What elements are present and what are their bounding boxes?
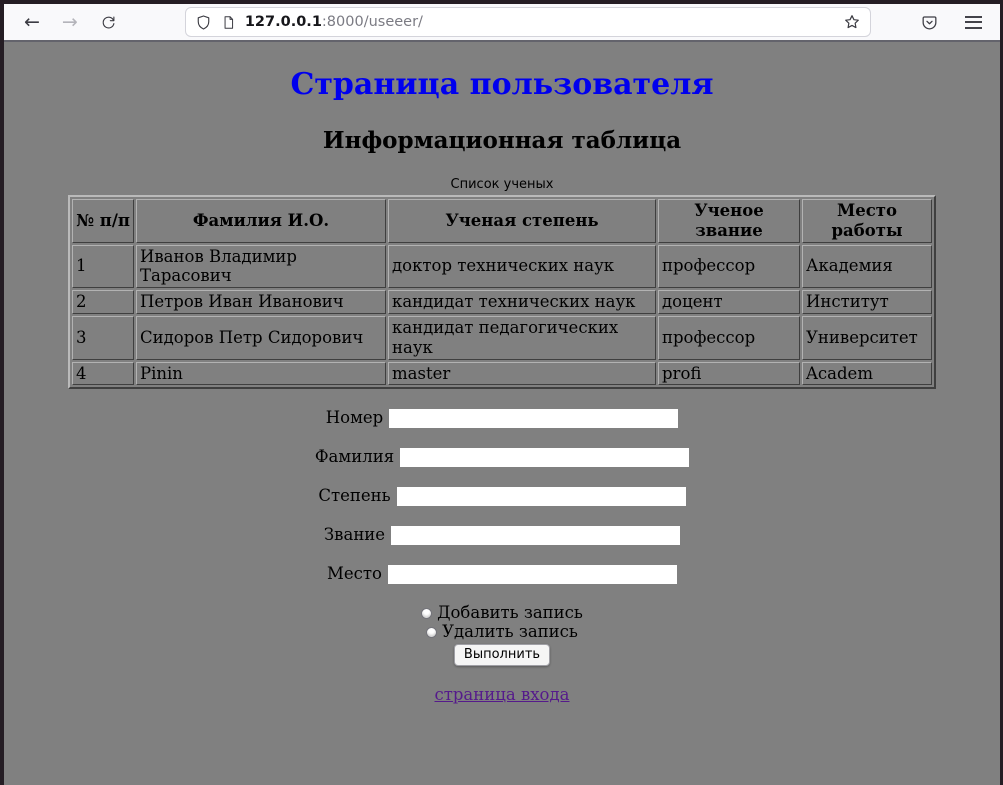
add-record-radio[interactable] — [421, 608, 432, 619]
delete-record-radio[interactable] — [426, 627, 437, 638]
page-subtitle: Информационная таблица — [4, 127, 1000, 154]
form-row-number: Номер — [4, 408, 1000, 428]
page-content: Страница пользователя Информационная таб… — [4, 42, 1000, 785]
degree-label: Степень — [318, 486, 390, 505]
rank-label: Звание — [324, 525, 385, 544]
forward-button[interactable]: → — [62, 13, 78, 32]
cell-degree: кандидат технических наук — [388, 290, 656, 314]
radio-row-add: Добавить запись — [4, 603, 1000, 622]
table-row: 2 Петров Иван Иванович кандидат техничес… — [72, 290, 932, 314]
hamburger-menu-icon — [965, 16, 982, 29]
back-icon: ← — [24, 11, 40, 33]
forward-icon: → — [62, 11, 78, 33]
cell-surname: Pinin — [136, 362, 386, 386]
table-caption: Список ученых — [4, 177, 1000, 192]
login-link-wrap: страница входа — [4, 685, 1000, 704]
cell-workplace: Институт — [802, 290, 932, 314]
scientists-table: № п/п Фамилия И.О. Ученая степень Ученое… — [68, 195, 936, 389]
url-host: 127.0.0.1 — [245, 14, 322, 30]
degree-input[interactable] — [397, 487, 686, 506]
page-icon — [221, 14, 236, 31]
reload-button[interactable] — [100, 14, 117, 31]
back-button[interactable]: ← — [24, 13, 40, 32]
form-row-rank: Звание — [4, 525, 1000, 545]
cell-number: 4 — [72, 362, 134, 386]
workplace-label: Место — [327, 564, 382, 583]
table-row: 3 Сидоров Петр Сидорович кандидат педаго… — [72, 316, 932, 360]
cell-rank: profi — [658, 362, 800, 386]
reload-icon — [100, 14, 117, 31]
form-row-degree: Степень — [4, 486, 1000, 506]
cell-number: 2 — [72, 290, 134, 314]
execute-button[interactable]: Выполнить — [454, 644, 550, 666]
workplace-input[interactable] — [388, 565, 677, 584]
nav-buttons: ← → — [24, 13, 117, 32]
add-record-label: Добавить запись — [437, 603, 583, 622]
column-header-surname: Фамилия И.О. — [136, 199, 386, 243]
form-row-surname: Фамилия — [4, 447, 1000, 467]
bookmark-star-icon — [843, 13, 861, 31]
login-page-link[interactable]: страница входа — [435, 685, 570, 704]
column-header-rank: Ученое звание — [658, 199, 800, 243]
record-form: Номер Фамилия Степень Звание Место Добав… — [4, 408, 1000, 666]
table-header-row: № п/п Фамилия И.О. Ученая степень Ученое… — [72, 199, 932, 243]
tracking-protection-shield-icon[interactable] — [195, 14, 212, 31]
cell-degree: master — [388, 362, 656, 386]
cell-workplace: Академия — [802, 245, 932, 289]
cell-surname: Сидоров Петр Сидорович — [136, 316, 386, 360]
rank-input[interactable] — [391, 526, 680, 545]
cell-surname: Иванов Владимир Тарасович — [136, 245, 386, 289]
page-title: Страница пользователя — [4, 67, 1000, 102]
radio-row-delete: Удалить запись — [4, 622, 1000, 641]
pocket-button[interactable] — [920, 13, 939, 32]
form-row-workplace: Место — [4, 564, 1000, 584]
surname-input[interactable] — [400, 448, 689, 467]
cell-degree: доктор технических наук — [388, 245, 656, 289]
table-row: 1 Иванов Владимир Тарасович доктор техни… — [72, 245, 932, 289]
surname-label: Фамилия — [315, 447, 394, 466]
url-bar[interactable]: 127.0.0.1:8000/useeer/ — [185, 7, 871, 37]
number-label: Номер — [326, 408, 383, 427]
table-row: 4 Pinin master profi Academ — [72, 362, 932, 386]
cell-number: 3 — [72, 316, 134, 360]
browser-window: ← → 127.0.0.1:8000/useeer/ — [0, 0, 1003, 785]
number-input[interactable] — [389, 409, 678, 428]
cell-surname: Петров Иван Иванович — [136, 290, 386, 314]
cell-number: 1 — [72, 245, 134, 289]
cell-workplace: Университет — [802, 316, 932, 360]
menu-button[interactable] — [965, 16, 982, 29]
url-text: 127.0.0.1:8000/useeer/ — [245, 14, 834, 30]
cell-rank: профессор — [658, 316, 800, 360]
bookmark-star-button[interactable] — [843, 13, 861, 31]
url-path: :8000/useeer/ — [322, 14, 423, 30]
column-header-number: № п/п — [72, 199, 134, 243]
cell-rank: профессор — [658, 245, 800, 289]
pocket-icon — [920, 13, 939, 32]
delete-record-label: Удалить запись — [442, 622, 578, 641]
column-header-workplace: Место работы — [802, 199, 932, 243]
browser-toolbar: ← → 127.0.0.1:8000/useeer/ — [4, 4, 1000, 42]
toolbar-right — [920, 13, 982, 32]
cell-workplace: Academ — [802, 362, 932, 386]
column-header-degree: Ученая степень — [388, 199, 656, 243]
cell-degree: кандидат педагогических наук — [388, 316, 656, 360]
cell-rank: доцент — [658, 290, 800, 314]
